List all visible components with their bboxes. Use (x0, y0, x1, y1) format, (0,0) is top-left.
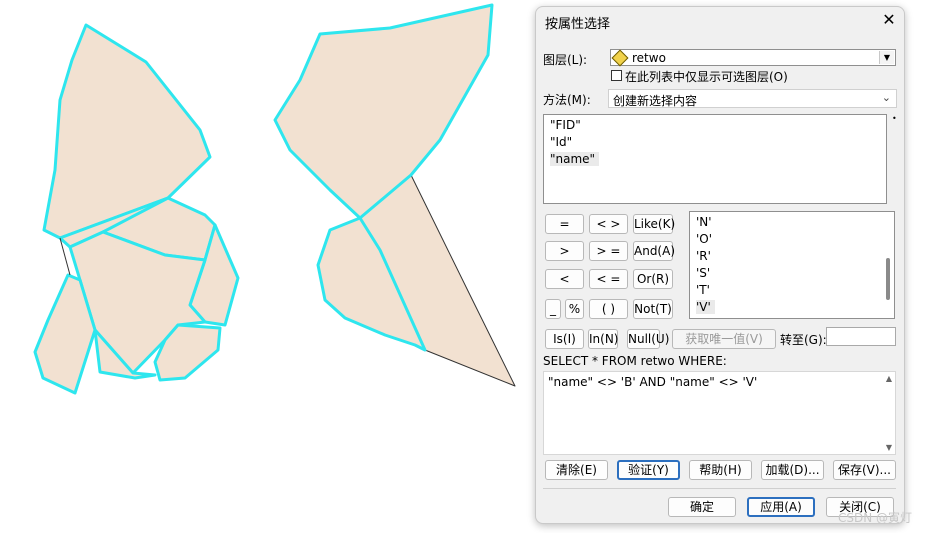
close-icon[interactable]: ✕ (880, 11, 898, 29)
method-value: 创建新选择内容 (613, 94, 698, 108)
op-greater-button[interactable]: > (545, 241, 584, 261)
goto-label: 转至(G): (780, 333, 827, 347)
expression-textarea[interactable]: "name" <> 'B' AND "name" <> 'V' ▲ ▼ (543, 371, 896, 455)
scroll-up-icon[interactable]: ▲ (886, 374, 892, 383)
op-less-equal-button[interactable]: < = (589, 269, 628, 289)
sql-prefix: SELECT * FROM retwo WHERE: (543, 354, 727, 368)
footer-divider (543, 488, 896, 489)
expression-text: "name" <> 'B' AND "name" <> 'V' (548, 375, 758, 389)
op-underscore-button[interactable]: _ (545, 299, 561, 319)
field-item[interactable]: "FID" (550, 118, 581, 132)
load-button[interactable]: 加载(D)... (761, 460, 824, 480)
op-not-button[interactable]: Not(T) (633, 299, 673, 319)
op-percent-button[interactable]: % (565, 299, 584, 319)
fields-list[interactable]: "FID" "Id" "name" (543, 114, 887, 204)
value-item[interactable]: 'T' (696, 283, 710, 297)
verify-button[interactable]: 验证(Y) (617, 460, 680, 480)
value-item[interactable]: 'S' (696, 266, 710, 280)
field-item-selected[interactable]: "name" (550, 152, 600, 166)
only-selectable-checkbox[interactable] (611, 70, 622, 81)
op-and-button[interactable]: And(A) (633, 241, 675, 261)
dialog-title: 按属性选择 (545, 17, 611, 32)
values-scrollbar-thumb[interactable] (886, 258, 890, 300)
op-is-button[interactable]: Is(I) (545, 329, 584, 349)
help-button[interactable]: 帮助(H) (689, 460, 752, 480)
get-unique-values-button[interactable]: 获取唯一值(V) (672, 329, 776, 349)
chevron-down-icon[interactable]: ⌄ (882, 91, 891, 104)
polygon-layer-icon (611, 49, 629, 67)
left-polygon-group (33, 23, 240, 395)
only-selectable-label: 在此列表中仅显示可选图层(O) (625, 70, 788, 84)
unique-values-list[interactable]: 'N' 'O' 'R' 'S' 'T' 'V' (689, 211, 895, 319)
goto-input[interactable] (826, 327, 896, 346)
right-polygon-group (273, 3, 516, 387)
method-select[interactable]: 创建新选择内容 ⌄ (608, 89, 897, 108)
clear-button[interactable]: 清除(E) (545, 460, 608, 480)
value-item[interactable]: 'R' (696, 249, 711, 263)
op-null-button[interactable]: Null(U) (627, 329, 669, 349)
apply-button[interactable]: 应用(A) (747, 497, 815, 517)
op-like-button[interactable]: Like(K) (633, 214, 675, 234)
value-item[interactable]: 'O' (696, 232, 712, 246)
method-label: 方法(M): (543, 93, 591, 107)
layer-value: retwo (632, 51, 666, 65)
op-not-equal-button[interactable]: < > (589, 214, 628, 234)
field-item[interactable]: "Id" (550, 135, 572, 149)
ok-button[interactable]: 确定 (668, 497, 736, 517)
value-item[interactable]: 'N' (696, 215, 712, 229)
value-item-selected[interactable]: 'V' (696, 300, 715, 314)
op-in-button[interactable]: In(N) (588, 329, 618, 349)
op-parens-button[interactable]: ( ) (589, 299, 628, 319)
watermark: CSDN @寅灯 (838, 511, 913, 525)
op-equal-button[interactable]: = (545, 214, 584, 234)
scroll-down-icon[interactable]: ▼ (886, 443, 892, 452)
resize-dot: • (892, 114, 897, 123)
save-button[interactable]: 保存(V)... (833, 460, 896, 480)
dropdown-arrow-icon[interactable]: ▼ (879, 51, 894, 64)
op-or-button[interactable]: Or(R) (633, 269, 673, 289)
map-polygon (273, 3, 494, 220)
layer-combo[interactable]: retwo ▼ (610, 49, 896, 67)
layer-label: 图层(L): (543, 53, 588, 67)
op-less-button[interactable]: < (545, 269, 584, 289)
op-greater-equal-button[interactable]: > = (589, 241, 628, 261)
select-by-attributes-dialog: 按属性选择 ✕ 图层(L): retwo ▼ 在此列表中仅显示可选图层(O) 方… (535, 6, 905, 524)
